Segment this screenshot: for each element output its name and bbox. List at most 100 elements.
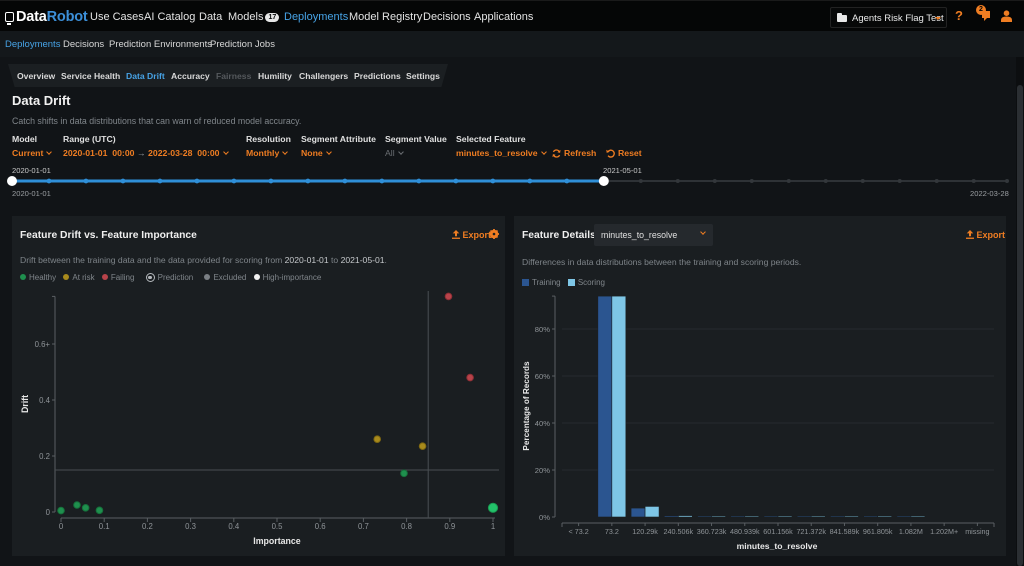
- timeline-month-point[interactable]: [120, 178, 126, 184]
- feature-point-healthy[interactable]: [73, 501, 81, 509]
- timeline-end-handle[interactable]: [598, 176, 609, 186]
- reset-button[interactable]: Reset: [606, 148, 642, 158]
- timeline-month-point[interactable]: [231, 178, 237, 184]
- feature-point-failing[interactable]: [466, 373, 474, 382]
- subnav-prediction-environments[interactable]: Prediction Environments: [109, 39, 212, 50]
- nav-ai-catalog[interactable]: AI Catalog: [144, 11, 195, 23]
- timeline-start-handle[interactable]: [7, 176, 17, 186]
- bar-training[interactable]: [597, 295, 613, 518]
- timeline-month-point[interactable]: [823, 179, 828, 183]
- feature-point-healthy[interactable]: [400, 469, 408, 478]
- nav-model-registry[interactable]: Model Registry: [349, 11, 422, 23]
- nav-deployments[interactable]: Deployments: [284, 11, 348, 23]
- selected-feature-dropdown[interactable]: minutes_to_resolve: [456, 148, 547, 158]
- tab-data-drift[interactable]: Data Drift: [126, 71, 165, 81]
- page-scrollbar-thumb[interactable]: [1017, 85, 1023, 566]
- nav-data[interactable]: Data: [199, 11, 222, 23]
- bar-training[interactable]: [896, 515, 912, 518]
- feature-point-at-risk[interactable]: [373, 435, 382, 443]
- timeline-month-point[interactable]: [157, 178, 163, 184]
- timeline-month-point[interactable]: [675, 179, 680, 183]
- bar-training[interactable]: [763, 515, 779, 518]
- tab-challengers[interactable]: Challengers: [299, 71, 348, 81]
- bar-training[interactable]: [664, 515, 679, 518]
- timeline-month-point[interactable]: [934, 179, 939, 183]
- timeline-month-point[interactable]: [342, 178, 348, 184]
- timeline-slider[interactable]: [0, 170, 1016, 192]
- tab-humility[interactable]: Humility: [258, 71, 292, 81]
- timeline-month-point[interactable]: [46, 178, 52, 184]
- bar-training[interactable]: [697, 515, 712, 518]
- segment-attribute-value: None: [301, 148, 323, 158]
- nav-use-cases[interactable]: Use Cases: [90, 11, 144, 23]
- notifications-button[interactable]: 2: [976, 5, 992, 23]
- timeline-month-point[interactable]: [194, 178, 200, 184]
- feature-point-high-importance[interactable]: [487, 502, 499, 513]
- bar-training[interactable]: [830, 515, 845, 518]
- drift-importance-scatter-chart: Importance Drift 0 0.2 0.4 0.6+ 0 0.1 0.2 0.3 0.…: [20, 291, 499, 546]
- tab-accuracy[interactable]: Accuracy: [171, 71, 210, 81]
- nav-applications[interactable]: Applications: [474, 11, 533, 23]
- timeline-month-point[interactable]: [490, 178, 496, 184]
- timeline-month-point[interactable]: [638, 179, 643, 183]
- bar-scoring[interactable]: [644, 506, 660, 518]
- timeline-month-point[interactable]: [971, 179, 976, 183]
- tab-predictions[interactable]: Predictions: [354, 71, 401, 81]
- timeline-month-point[interactable]: [305, 178, 311, 184]
- user-icon[interactable]: [1001, 10, 1012, 22]
- bar-scoring[interactable]: [844, 515, 859, 518]
- bar-training[interactable]: [630, 507, 646, 518]
- subnav-prediction-jobs[interactable]: Prediction Jobs: [210, 39, 275, 50]
- feature-point-healthy[interactable]: [95, 506, 104, 515]
- bar-training[interactable]: [730, 515, 746, 518]
- arrow-right-icon: →: [136, 148, 146, 158]
- tab-overview[interactable]: Overview: [17, 71, 55, 81]
- selected-feature-label: Selected Feature: [456, 134, 526, 144]
- bar-scoring[interactable]: [678, 515, 693, 518]
- timeline-month-point[interactable]: [83, 178, 89, 184]
- timeline-month-point[interactable]: [379, 178, 385, 184]
- bar-scoring[interactable]: [810, 515, 826, 518]
- timeline-month-point[interactable]: [453, 178, 459, 184]
- help-icon[interactable]: ?: [955, 8, 963, 23]
- tab-settings[interactable]: Settings: [406, 71, 440, 81]
- bar-scoring[interactable]: [744, 515, 760, 518]
- timeline-month-point[interactable]: [564, 178, 570, 184]
- project-selector[interactable]: Agents Risk Flag Test: [830, 7, 947, 28]
- range-picker[interactable]: 2020-01-01 00:00 → 2022-03-28 00:00: [63, 148, 229, 158]
- folder-icon: [837, 13, 847, 22]
- x-tick-label: 0.7: [358, 522, 369, 531]
- timeline-month-point[interactable]: [897, 179, 902, 183]
- timeline-month-point[interactable]: [749, 179, 754, 183]
- timeline-month-point[interactable]: [416, 178, 422, 184]
- segment-attribute-dropdown[interactable]: None: [301, 148, 332, 158]
- datarobot-logo[interactable]: DataRobot: [5, 9, 88, 25]
- tab-service-health[interactable]: Service Health: [61, 71, 120, 81]
- timeline-month-point[interactable]: [268, 178, 274, 184]
- bar-scoring[interactable]: [877, 515, 892, 518]
- feature-point-failing[interactable]: [444, 292, 453, 301]
- nav-models[interactable]: Models 17: [228, 11, 280, 23]
- x-tick-label: 601.156k: [763, 527, 793, 536]
- subnav-deployments[interactable]: Deployments: [5, 39, 60, 50]
- refresh-button[interactable]: Refresh: [552, 148, 596, 158]
- subnav-decisions[interactable]: Decisions: [63, 39, 104, 50]
- nav-decisions[interactable]: Decisions: [423, 11, 471, 23]
- bar-scoring[interactable]: [711, 515, 726, 518]
- bar-scoring[interactable]: [611, 295, 627, 518]
- resolution-dropdown[interactable]: Monthly: [246, 148, 289, 158]
- x-tick-label: 0.3: [185, 522, 196, 531]
- timeline-end-point[interactable]: [1005, 179, 1009, 183]
- model-dropdown[interactable]: Current: [12, 148, 53, 158]
- bar-scoring[interactable]: [910, 515, 926, 518]
- bar-training[interactable]: [863, 515, 878, 518]
- bar-training[interactable]: [796, 515, 812, 518]
- timeline-month-point[interactable]: [786, 179, 791, 183]
- feature-point-at-risk[interactable]: [418, 442, 427, 450]
- feature-point-healthy[interactable]: [81, 504, 90, 512]
- timeline-month-point[interactable]: [860, 179, 865, 183]
- bar-scoring[interactable]: [777, 515, 793, 518]
- timeline-month-point[interactable]: [712, 179, 717, 183]
- feature-point-healthy[interactable]: [57, 506, 65, 515]
- timeline-month-point[interactable]: [527, 178, 533, 184]
